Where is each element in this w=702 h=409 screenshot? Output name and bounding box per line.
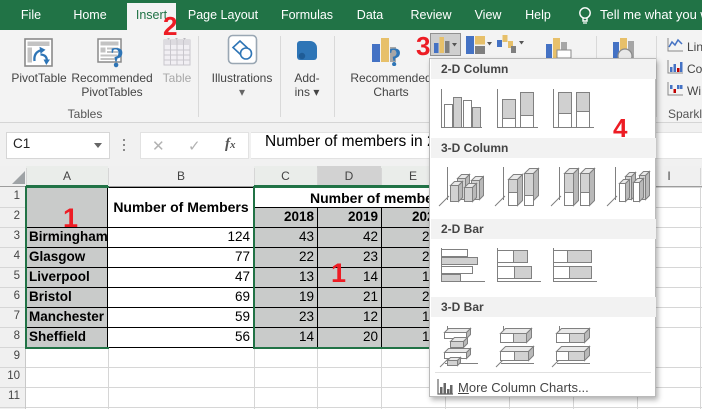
svg-text:?: ? (389, 43, 402, 66)
svg-text:?: ? (110, 43, 124, 68)
